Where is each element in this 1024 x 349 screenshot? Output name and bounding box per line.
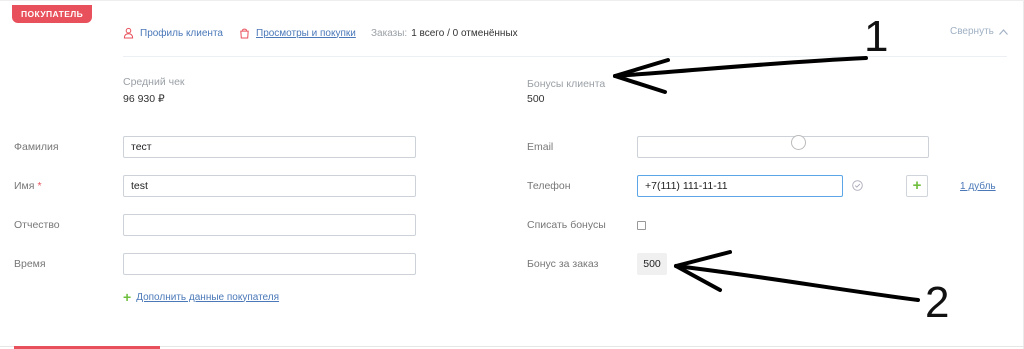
surname-input[interactable] — [123, 136, 416, 158]
client-bonus-label: Бонусы клиента — [527, 78, 606, 90]
person-icon — [123, 27, 134, 39]
card-top-border — [0, 0, 1024, 1]
check-circle-icon — [852, 180, 863, 191]
time-label: Время — [14, 258, 46, 270]
name-label-text: Имя — [14, 180, 35, 192]
add-customer-data[interactable]: + Дополнить данные покупателя — [123, 289, 279, 305]
phone-input[interactable] — [637, 175, 843, 197]
patronymic-label: Отчество — [14, 219, 60, 231]
add-phone-button[interactable]: + — [906, 175, 928, 197]
phone-label: Телефон — [527, 180, 571, 192]
collapse-button[interactable]: Свернуть — [950, 26, 1008, 37]
surname-label: Фамилия — [14, 141, 59, 153]
plus-icon: + — [912, 177, 922, 194]
chevron-up-icon — [998, 28, 1008, 35]
avg-check-value: 96 930 ₽ — [123, 93, 165, 105]
orders-summary: Заказы: 1 всего / 0 отменённых — [371, 26, 518, 40]
orders-value: 1 всего / 0 отменённых — [411, 27, 518, 39]
order-bonus-value: 500 — [637, 253, 667, 275]
profile-link[interactable]: Профиль клиента — [140, 28, 223, 39]
email-input[interactable] — [637, 136, 929, 158]
client-bonus-value: 500 — [527, 93, 545, 105]
duplicate-link[interactable]: 1 дубль — [960, 181, 996, 192]
customer-tag: ПОКУПАТЕЛЬ — [12, 5, 93, 23]
name-input[interactable] — [123, 175, 416, 197]
time-input[interactable] — [123, 253, 416, 275]
views-purchases-link[interactable]: Просмотры и покупки — [256, 28, 356, 39]
avg-check-label: Средний чек — [123, 76, 185, 88]
collapse-label: Свернуть — [950, 26, 994, 37]
mouse-cursor-ring — [791, 135, 806, 150]
email-label: Email — [527, 141, 554, 153]
profile-link-group[interactable]: Профиль клиента — [123, 26, 223, 40]
orders-label: Заказы: — [371, 27, 408, 39]
views-link-group[interactable]: Просмотры и покупки — [239, 26, 356, 40]
write-off-bonus-label: Списать бонусы — [527, 219, 606, 231]
plus-icon: + — [123, 289, 132, 305]
required-mark: * — [37, 180, 42, 192]
name-label: Имя * — [14, 180, 42, 192]
patronymic-input[interactable] — [123, 214, 416, 236]
annotation-number-2: 2 — [925, 278, 950, 327]
shopping-bag-icon — [240, 28, 249, 39]
annotation-number-1: 1 — [864, 12, 889, 61]
order-bonus-label: Бонус за заказ — [527, 258, 599, 270]
add-customer-data-link[interactable]: Дополнить данные покупателя — [136, 292, 279, 303]
write-off-bonus-checkbox[interactable] — [637, 221, 646, 230]
